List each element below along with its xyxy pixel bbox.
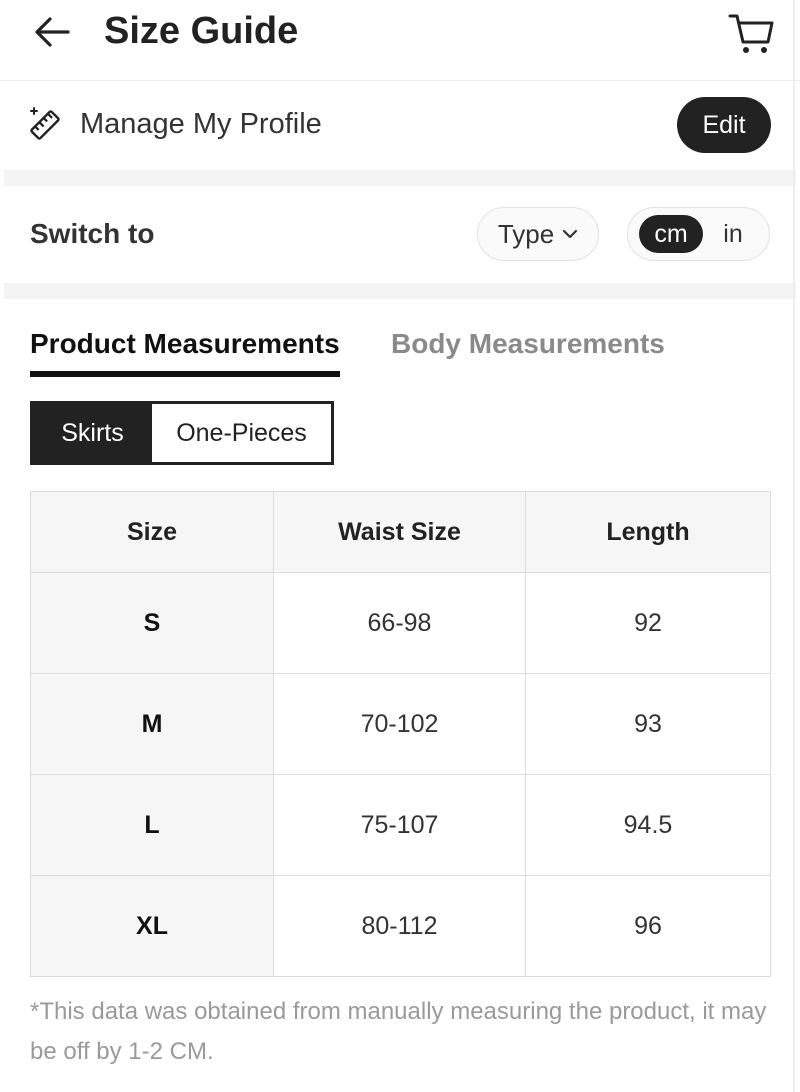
tab-body-measurements[interactable]: Body Measurements [391,328,665,360]
column-header-size: Size [30,491,274,573]
column-header-waist-size: Waist Size [273,491,526,573]
waist-cell: 70-102 [273,673,526,775]
size-cell: XL [30,875,274,977]
active-tab-indicator [30,371,340,377]
switch-to-label: Switch to [30,218,155,249]
ruler-sparkle-icon [30,107,60,140]
size-cell: M [30,673,274,775]
length-cell: 94.5 [525,774,771,876]
section-divider [4,283,796,299]
page-title: Size Guide [104,10,299,52]
length-cell: 96 [525,875,771,977]
category-one-pieces[interactable]: One-Pieces [152,404,331,462]
table-row: S 66-98 92 [30,572,771,674]
table-header-row: Size Waist Size Length [30,491,771,573]
chevron-down-icon [563,229,578,239]
app-header: Size Guide [0,0,800,81]
cart-button[interactable] [724,6,776,58]
size-cell: S [30,572,274,674]
measurement-footnote: *This data was obtained from manually me… [30,998,767,1065]
waist-cell: 75-107 [273,774,526,876]
table-row: M 70-102 93 [30,673,771,775]
arrow-left-icon [35,17,70,47]
category-skirts[interactable]: Skirts [33,404,152,462]
unit-toggle: cm in [627,207,770,261]
type-dropdown[interactable]: Type [477,207,599,261]
waist-cell: 80-112 [273,875,526,977]
unit-in-option[interactable]: in [713,215,753,253]
waist-cell: 66-98 [273,572,526,674]
tab-product-measurements[interactable]: Product Measurements [30,328,340,360]
length-cell: 93 [525,673,771,775]
column-header-length: Length [525,491,771,573]
page-edge-divider [793,0,795,1092]
edit-profile-button[interactable]: Edit [677,97,771,153]
section-divider [4,170,796,186]
cart-icon [728,14,774,53]
length-cell: 92 [525,572,771,674]
unit-cm-option[interactable]: cm [639,215,703,253]
size-cell: L [30,774,274,876]
type-dropdown-label: Type [497,218,555,249]
manage-profile-label: Manage My Profile [80,108,322,140]
back-button[interactable] [30,12,76,52]
table-row: XL 80-112 96 [30,875,771,977]
category-selector: Skirts One-Pieces [30,401,334,465]
size-table: Size Waist Size Length S 66-98 92 M 70-1… [30,491,771,977]
table-row: L 75-107 94.5 [30,774,771,876]
